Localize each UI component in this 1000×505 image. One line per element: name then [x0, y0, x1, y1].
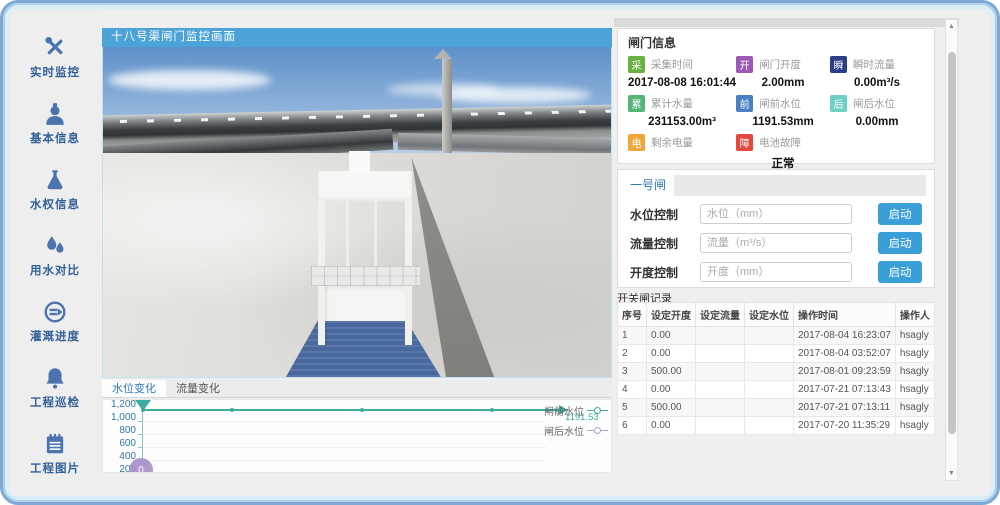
table-row[interactable]: 3500.002017-08-01 09:23:59hsagly	[618, 363, 935, 381]
viewport-title: 十八号渠闸门监控画面	[102, 28, 612, 47]
gate-leg-right	[405, 286, 412, 345]
table-row[interactable]: 40.002017-07-21 07:13:43hsagly	[618, 381, 935, 399]
records-table: 序号 设定开度 设定流量 设定水位 操作时间 操作人 10.002017-08-…	[617, 302, 935, 435]
gate-leg-left	[318, 286, 325, 345]
cloud	[108, 70, 271, 90]
info-back-level: 后闸后水位 0.00mm	[830, 94, 924, 130]
sidebar-item-project-photos[interactable]: 工程图片	[30, 431, 80, 476]
y-tick: 1,200	[103, 399, 136, 410]
records-header-row: 序号 设定开度 设定流量 设定水位 操作时间 操作人	[618, 303, 935, 327]
water-level-control-row: 水位控制 启动	[630, 203, 922, 225]
tab-flow-change[interactable]: 流量变化	[166, 380, 230, 397]
sidebar-item-label: 工程图片	[30, 460, 80, 476]
tab-gate-one[interactable]: 一号闸	[626, 175, 674, 196]
table-row[interactable]: 5500.002017-07-21 07:13:11hsagly	[618, 399, 935, 417]
sidebar-item-label: 用水对比	[30, 262, 80, 278]
sidebar: 实时监控 基本信息 水权信息 用水对比 灌溉进度 工程巡检 工程图片	[9, 9, 101, 496]
scroll-up-arrow[interactable]: ▲	[946, 20, 957, 33]
info-total-volume: 累累计水量 231153.00m³	[628, 94, 736, 130]
sidebar-item-water-usage-compare[interactable]: 用水对比	[30, 233, 80, 278]
sidebar-item-basic-info[interactable]: 基本信息	[30, 101, 80, 146]
front-level-icon: 前	[736, 95, 753, 112]
chart-legend: 闸前水位 闸后水位	[544, 403, 608, 438]
legend-marker-front	[587, 407, 608, 414]
panel-title: 闸门信息	[628, 34, 924, 51]
info-instant-flow: 瞬瞬时流量 0.00m³/s	[830, 55, 924, 91]
info-battery-fault: 障电池故障 正常	[736, 133, 830, 169]
y-tick: 600	[103, 438, 136, 449]
legend-back-water[interactable]: 闸后水位	[544, 423, 584, 438]
sidebar-item-label: 基本信息	[30, 130, 80, 146]
gate-header	[318, 171, 412, 202]
water-level-input[interactable]	[700, 204, 852, 224]
info-front-level: 前闸前水位 1191.53mm	[736, 94, 830, 130]
monitor-viewport: 十八号渠闸门监控画面	[102, 28, 612, 378]
water-level-start-button[interactable]: 启动	[878, 203, 922, 225]
gate-apron	[322, 286, 409, 321]
y-tick: 400	[103, 451, 136, 462]
flow-input[interactable]	[700, 233, 852, 253]
sidebar-item-label: 工程巡检	[30, 394, 80, 410]
current-point-pin	[135, 400, 151, 411]
flow-control-row: 流量控制 启动	[630, 232, 922, 254]
light-pole-head	[434, 49, 452, 59]
info-battery-remaining: 电剩余电量	[628, 133, 736, 169]
sidebar-item-water-rights[interactable]: 水权信息	[30, 167, 80, 212]
y-tick: 1,000	[103, 412, 136, 423]
info-collect-time: 采采集时间 2017-08-08 16:01:44	[628, 55, 736, 91]
tools-icon	[42, 35, 68, 61]
light-pole	[442, 59, 452, 158]
gate-mullion	[374, 200, 377, 269]
water-drops-icon	[42, 233, 68, 259]
front-water-level-line	[143, 409, 561, 411]
divider-strip	[614, 18, 959, 27]
sidebar-item-realtime-monitor[interactable]: 实时监控	[30, 35, 80, 80]
collect-time-icon: 采	[628, 56, 645, 73]
vertical-scrollbar[interactable]: ▲ ▼	[945, 19, 958, 481]
table-row[interactable]: 60.002017-07-20 11:35:29hsagly	[618, 417, 935, 435]
legend-front-water[interactable]: 闸前水位	[544, 403, 584, 418]
total-volume-icon: 累	[628, 95, 645, 112]
cloud	[438, 87, 590, 104]
app-frame: 实时监控 基本信息 水权信息 用水对比 灌溉进度 工程巡检 工程图片 十八号渠闸…	[0, 0, 1000, 505]
gate-info-panel: 闸门信息 采采集时间 2017-08-08 16:01:44 开闸门开度 2.0…	[617, 28, 935, 164]
gate-mullion	[346, 200, 349, 269]
gate-opening-icon: 开	[736, 56, 753, 73]
scroll-down-arrow[interactable]: ▼	[946, 467, 957, 480]
table-row[interactable]: 20.002017-08-04 03:52:07hsagly	[618, 345, 935, 363]
gate-3d-scene[interactable]	[102, 47, 612, 378]
chart-tabs: 水位变化 流量变化	[102, 380, 612, 398]
info-gate-opening: 开闸门开度 2.00mm	[736, 55, 830, 91]
sidebar-item-label: 水权信息	[30, 196, 80, 212]
y-tick: 800	[103, 425, 136, 436]
table-row[interactable]: 10.002017-08-04 16:23:07hsagly	[618, 327, 935, 345]
gate-deck	[311, 266, 420, 286]
flask-icon	[42, 167, 68, 193]
gate-cap	[349, 151, 370, 171]
sidebar-item-irrigation-progress[interactable]: 灌溉进度	[30, 299, 80, 344]
battery-fault-icon: 障	[736, 134, 753, 151]
opening-control-row: 开度控制 启动	[630, 261, 922, 283]
opening-input[interactable]	[700, 262, 852, 282]
battery-icon: 电	[628, 134, 645, 151]
back-level-icon: 后	[830, 95, 847, 112]
sidebar-item-project-inspection[interactable]: 工程巡检	[30, 365, 80, 410]
water-level-chart[interactable]: 1,200 1,000 800 600 400 200 0 1191.53 闸前…	[102, 399, 612, 473]
scroll-thumb[interactable]	[948, 52, 956, 434]
bell-icon	[42, 365, 68, 391]
tab-water-level-change[interactable]: 水位变化	[102, 380, 166, 397]
legend-marker-back	[587, 427, 608, 434]
tab-filler	[674, 175, 926, 196]
gate-control-panel: 一号闸 水位控制 启动 流量控制 启动 开度控制 启动	[617, 169, 935, 288]
notebook-icon	[42, 431, 68, 457]
sidebar-item-label: 灌溉进度	[30, 328, 80, 344]
worker-icon	[42, 101, 68, 127]
progress-cycle-icon	[42, 299, 68, 325]
sidebar-item-label: 实时监控	[30, 64, 80, 80]
flow-start-button[interactable]: 启动	[878, 232, 922, 254]
instant-flow-icon: 瞬	[830, 56, 847, 73]
opening-start-button[interactable]: 启动	[878, 261, 922, 283]
